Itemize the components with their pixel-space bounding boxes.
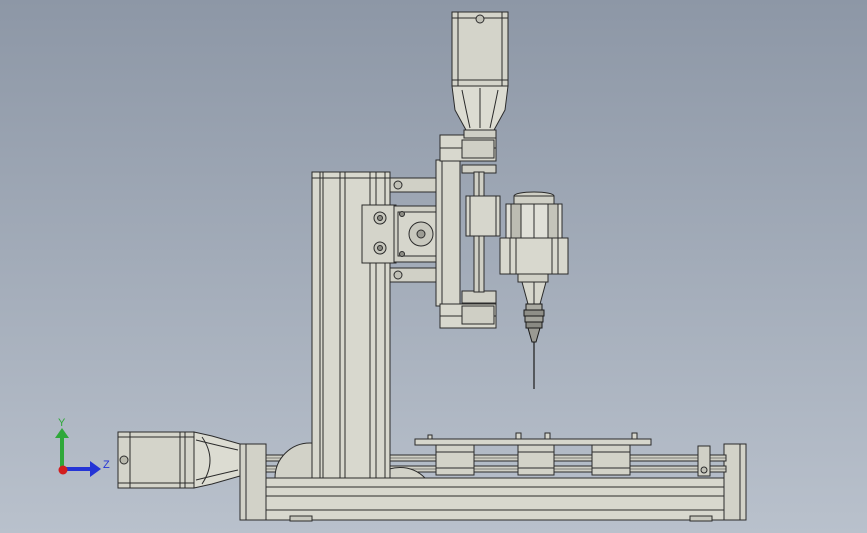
y-axis-stepper-motor: [451, 11, 509, 139]
z-axis-stepper-motor: [117, 431, 241, 489]
collet-and-tool: [523, 303, 545, 389]
triad-y-label: Y: [58, 417, 66, 429]
axis-triad: Y Z: [55, 417, 110, 477]
cad-model-drawing: Y Z: [55, 11, 747, 522]
lead-screw: [465, 171, 501, 293]
cad-viewport[interactable]: Y Z: [0, 0, 867, 533]
triad-z-label: Z: [103, 459, 110, 471]
spindle-motor: [499, 191, 569, 305]
